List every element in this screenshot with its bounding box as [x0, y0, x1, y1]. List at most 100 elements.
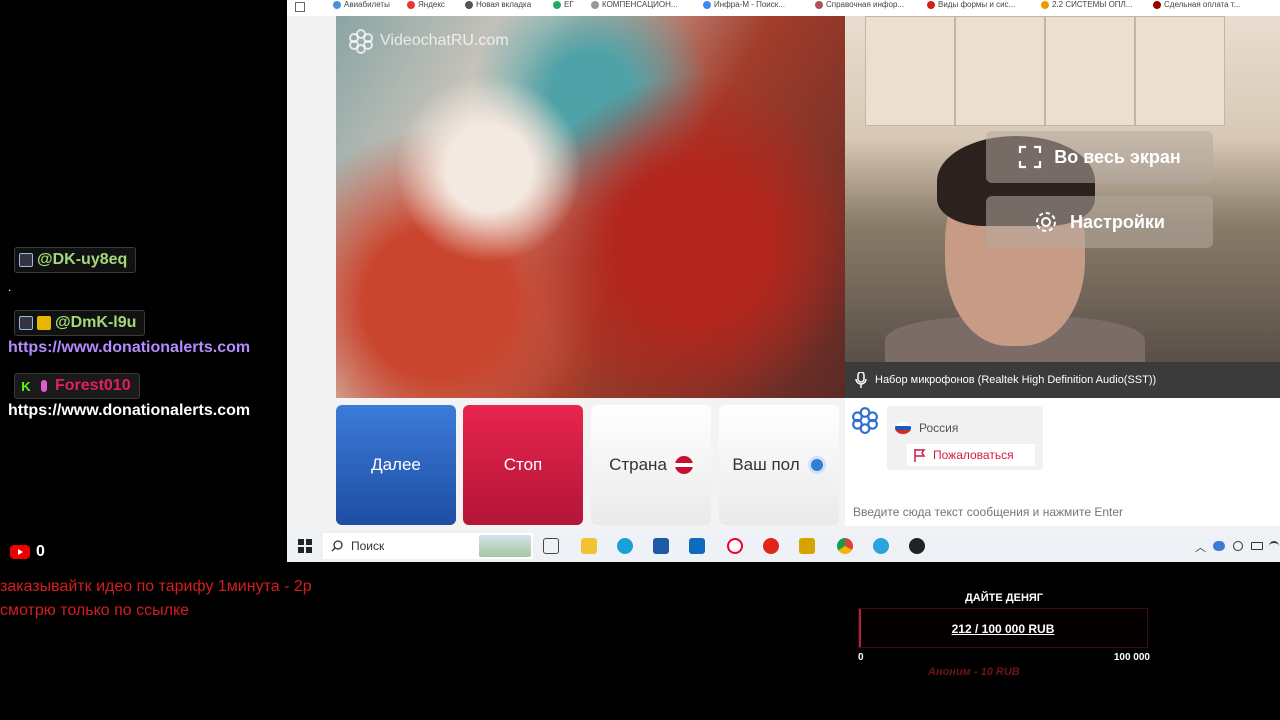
bookmark-icon [927, 0, 935, 9]
chat-nick: @DmK-l9u [55, 314, 137, 331]
bookmark-item[interactable]: Авиабилеты [333, 0, 390, 9]
gender-button[interactable]: Ваш пол [719, 405, 839, 525]
yandex-browser-icon[interactable] [727, 538, 743, 554]
network-icon[interactable] [1233, 541, 1243, 551]
battery-icon[interactable] [1251, 542, 1263, 550]
yandex-icon[interactable] [763, 538, 779, 554]
background-cabinet [1045, 16, 1135, 126]
settings-button[interactable]: Настройки [986, 196, 1213, 248]
bookmarks-bar: Авиабилеты Яндекс Новая вкладка ЕГ КОМПЕ… [287, 0, 1280, 16]
youtube-icon [10, 545, 30, 559]
search-highlight-image [479, 535, 531, 557]
partner-country-label: Россия [919, 421, 959, 435]
youtube-viewers: 0 [10, 543, 45, 561]
bookmark-item[interactable]: Новая вкладка [465, 0, 531, 9]
chat-nick: Forest010 [55, 377, 131, 394]
bookmark-item[interactable]: Яндекс [407, 0, 445, 9]
moderator-icon [19, 253, 33, 267]
gear-icon [1036, 212, 1057, 232]
background-cabinet [1135, 16, 1225, 126]
search-label: Поиск [351, 539, 385, 553]
bookmark-item[interactable]: Виды формы и сис... [927, 0, 1015, 9]
report-label: Пожаловаться [933, 448, 1014, 462]
chrome-icon[interactable] [837, 538, 853, 554]
store-icon[interactable] [653, 538, 669, 554]
onedrive-icon[interactable] [1213, 541, 1225, 551]
windows-taskbar: Поиск ︿ [287, 530, 1280, 562]
country-button[interactable]: Страна [591, 405, 711, 525]
taskbar-search[interactable]: Поиск [323, 533, 533, 559]
fullscreen-label: Во весь экран [1054, 146, 1181, 167]
promo-line: заказывайтк идео по тарифу 1минута - 2р [0, 578, 312, 595]
report-button[interactable]: Пожаловаться [907, 444, 1035, 466]
partner-country: Россия [895, 421, 958, 435]
bookmark-icon [703, 0, 711, 9]
outlook-icon[interactable] [689, 538, 705, 554]
local-video[interactable]: Во весь экран Настройки [845, 16, 1280, 362]
search-icon [331, 540, 343, 552]
watermark: VideochatRU.com [348, 28, 509, 54]
goal-progress-bar: 212 / 100 000 RUB [858, 608, 1148, 648]
remote-video[interactable]: VideochatRU.com [336, 16, 845, 398]
bookmark-icon [815, 0, 823, 9]
stop-button[interactable]: Стоп [463, 405, 583, 525]
fullscreen-button[interactable]: Во весь экран [986, 131, 1213, 183]
wifi-icon[interactable] [1269, 541, 1279, 551]
bookmark-item[interactable]: КОМПЕНСАЦИОН... [591, 0, 678, 9]
bookmark-icon [591, 0, 599, 9]
chat-message-link[interactable]: https://www.donationalerts.com [8, 339, 250, 357]
bookmark-item[interactable]: 2.2 СИСТЕМЫ ОПЛ... [1041, 0, 1132, 9]
chat-nick: @DK-uy8eq [37, 251, 128, 268]
captured-screen: Авиабилеты Яндекс Новая вкладка ЕГ КОМПЕ… [287, 0, 1280, 562]
edge-icon[interactable] [617, 538, 633, 554]
promo-text: заказывайтк идео по тарифу 1минута - 2р … [0, 575, 312, 623]
kick-icon: K [21, 378, 31, 394]
windows-start-icon[interactable] [298, 539, 312, 553]
bookmark-icon [465, 0, 473, 9]
chat-message-link[interactable]: https://www.donationalerts.com [8, 402, 250, 420]
settings-label: Настройки [1070, 211, 1165, 232]
chat-panel: Россия Пожаловаться [845, 398, 1280, 526]
chat-badge: @DmK-l9u [14, 310, 146, 336]
mic-icon [41, 380, 47, 392]
microphone-selector[interactable]: Набор микрофонов (Realtek High Definitio… [845, 362, 1280, 398]
bookmark-item[interactable]: Справочная инфор... [815, 0, 904, 9]
viewer-count: 0 [36, 543, 45, 560]
fullscreen-icon [1019, 145, 1042, 169]
promo-line: смотрю только по ссылке [0, 602, 190, 619]
tray-chevron-icon[interactable]: ︿ [1195, 539, 1206, 555]
next-label: Далее [371, 455, 421, 474]
goal-title: ДАЙТЕ ДЕНЯГ [964, 592, 1044, 604]
gender-label: Ваш пол [732, 455, 800, 474]
background-cabinet [865, 16, 955, 126]
message-input[interactable] [853, 504, 1273, 520]
crown-icon [37, 316, 51, 330]
flag-icon [674, 456, 693, 474]
bookmark-icon [333, 0, 341, 9]
apps-icon[interactable] [295, 2, 305, 12]
bookmark-item[interactable]: Инфра-М - Поиск... [703, 0, 785, 9]
task-view-icon[interactable] [543, 538, 559, 554]
next-button[interactable]: Далее [336, 405, 456, 525]
bookmark-icon [1041, 0, 1049, 9]
user-icon [807, 456, 826, 474]
chat-badge: K Forest010 [14, 373, 140, 399]
bookmark-item[interactable]: Сдельная оплата т... [1153, 0, 1240, 9]
file-explorer-icon[interactable] [581, 538, 597, 554]
telegram-icon[interactable] [873, 538, 889, 554]
bookmark-item[interactable]: ЕГ [553, 0, 574, 9]
obs-icon[interactable] [909, 538, 925, 554]
partner-info-card: Россия Пожаловаться [887, 406, 1043, 470]
microphone-label: Набор микрофонов (Realtek High Definitio… [875, 374, 1157, 386]
lock-app-icon[interactable] [799, 538, 815, 554]
videochat-logo-icon [852, 407, 878, 434]
goal-min-label: 0 [858, 652, 864, 663]
country-label: Страна [609, 455, 667, 474]
bookmark-icon [553, 0, 561, 9]
bookmark-icon [407, 0, 415, 9]
watermark-text: VideochatRU.com [380, 32, 509, 49]
chat-message-text: . [8, 280, 12, 294]
microphone-icon [855, 372, 867, 388]
chat-badge: @DK-uy8eq [14, 247, 137, 273]
donation-goal-widget: ДАЙТЕ ДЕНЯГ 212 / 100 000 RUB 0 100 000 … [858, 592, 1150, 678]
